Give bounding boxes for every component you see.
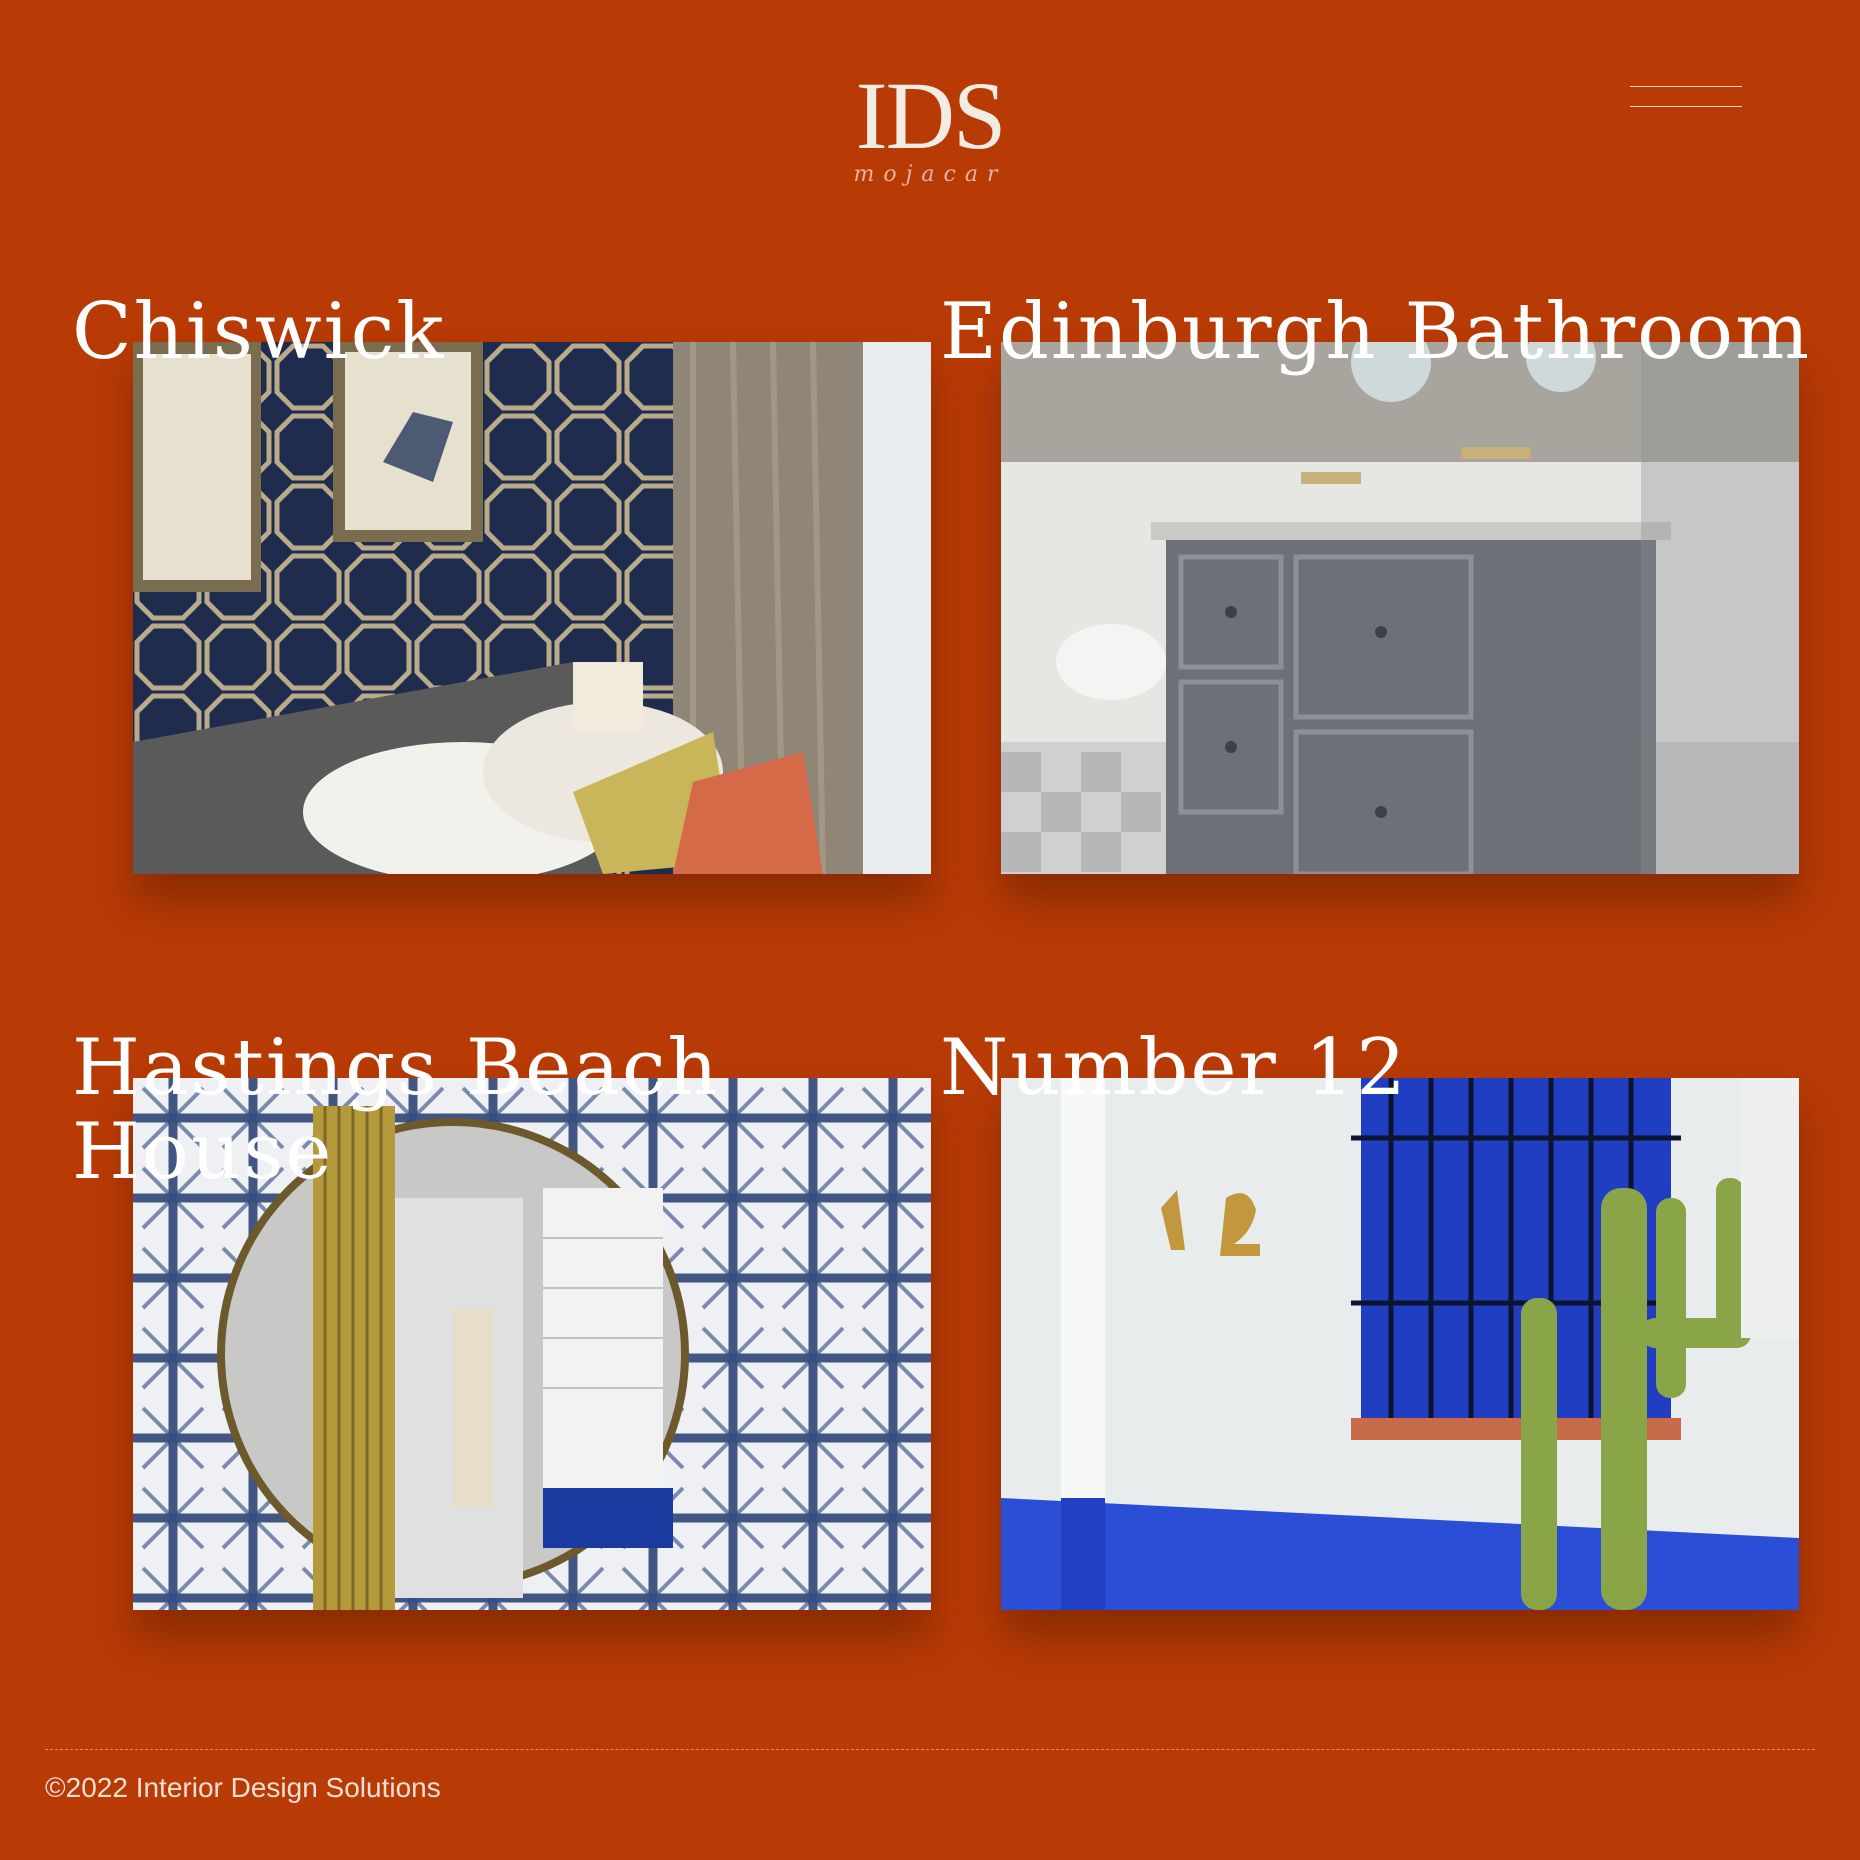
project-photo-chiswick[interactable] xyxy=(133,342,931,874)
project-card-edinburgh-bathroom[interactable]: Edinburgh Bathroom xyxy=(940,290,1860,990)
project-title[interactable]: Edinburgh Bathroom xyxy=(940,290,1811,374)
project-title[interactable]: Number 12 xyxy=(940,1026,1408,1110)
logo-subtext: mojacar xyxy=(853,162,1007,187)
project-card-number-12[interactable]: Number 12 xyxy=(940,1026,1860,1726)
hamburger-icon[interactable] xyxy=(1630,84,1744,110)
menu-line-bottom xyxy=(1630,106,1742,107)
project-title[interactable]: Chiswick xyxy=(72,290,446,374)
menu-line-top xyxy=(1630,86,1742,87)
project-card-chiswick[interactable]: Chiswick xyxy=(72,290,1072,990)
project-card-hastings-beach-house[interactable]: Hastings Beach House xyxy=(72,1026,1072,1726)
site-logo[interactable]: IDS mojacar xyxy=(830,68,1030,218)
project-title[interactable]: Hastings Beach House xyxy=(72,1026,720,1194)
project-photo-edinburgh-bathroom[interactable] xyxy=(1001,342,1799,874)
bedroom-navy-geometric-wallpaper-photo xyxy=(133,342,931,874)
logo-text: IDS xyxy=(855,62,1007,169)
white-wall-blue-window-cactus-photo xyxy=(1001,1078,1799,1610)
footer-divider xyxy=(45,1749,1815,1750)
project-photo-number-12[interactable] xyxy=(1001,1078,1799,1610)
grey-vanity-bathroom-photo xyxy=(1001,342,1799,874)
footer-copyright: ©2022 Interior Design Solutions xyxy=(45,1772,441,1803)
